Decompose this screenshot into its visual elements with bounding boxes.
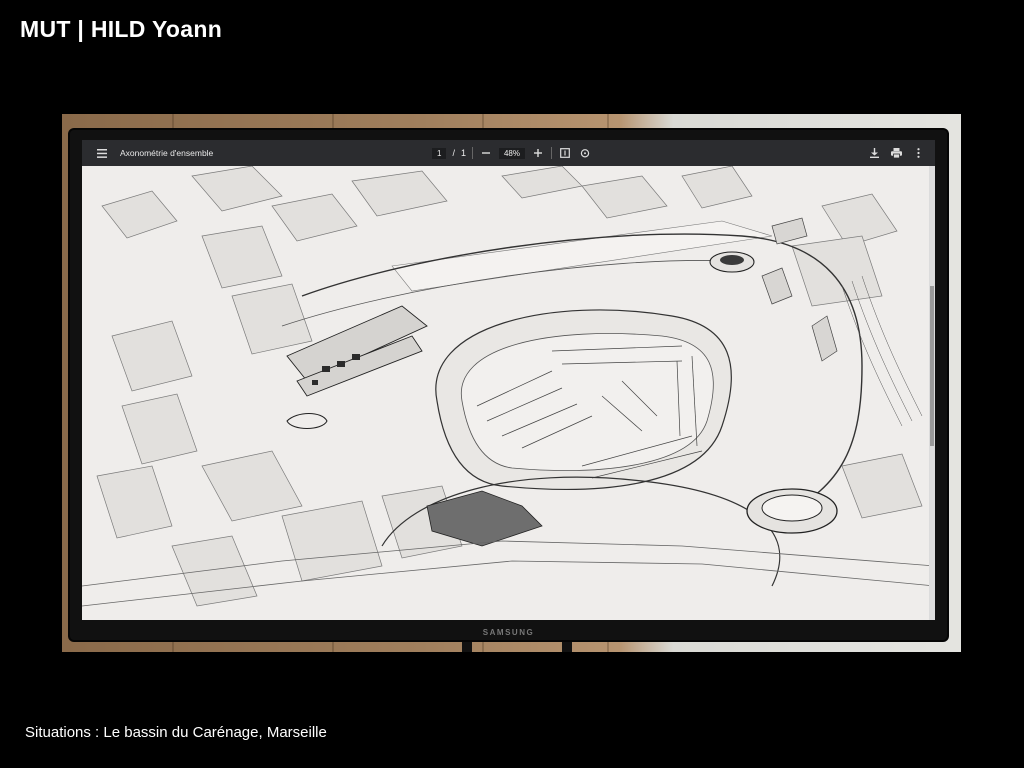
page-separator: / xyxy=(452,148,455,158)
minus-icon[interactable] xyxy=(479,146,493,160)
download-icon[interactable] xyxy=(867,146,881,160)
document-title: Axonométrie d'ensemble xyxy=(120,148,214,158)
menu-icon[interactable] xyxy=(95,146,109,160)
pdf-viewer-screen: Axonométrie d'ensemble 1 / 1 48% xyxy=(82,140,935,620)
page-current: 1 xyxy=(437,148,442,158)
page-number-input[interactable]: 1 xyxy=(432,147,447,159)
scrollbar-thumb[interactable] xyxy=(930,286,934,446)
plus-icon[interactable] xyxy=(531,146,545,160)
monitor-bezel: SAMSUNG Axonométrie d'ensemble 1 / 1 48% xyxy=(70,130,947,640)
pdf-toolbar: Axonométrie d'ensemble 1 / 1 48% xyxy=(82,140,935,166)
axonometric-drawing xyxy=(82,166,935,620)
rotate-icon[interactable] xyxy=(578,146,592,160)
page-total: 1 xyxy=(460,148,466,158)
zoom-level-input[interactable]: 48% xyxy=(498,147,525,159)
fit-page-icon[interactable] xyxy=(558,146,572,160)
toolbar-divider xyxy=(551,147,552,159)
toolbar-actions xyxy=(867,146,925,160)
page-controls: 1 / 1 48% xyxy=(432,146,592,160)
print-icon[interactable] xyxy=(889,146,903,160)
slide-caption: Situations : Le bassin du Carénage, Mars… xyxy=(25,724,327,741)
monitor-brand: SAMSUNG xyxy=(482,628,535,637)
more-vertical-icon[interactable] xyxy=(911,146,925,160)
toolbar-divider xyxy=(471,147,473,159)
vertical-scrollbar[interactable] xyxy=(929,166,935,620)
slide-title: MUT | HILD Yoann xyxy=(20,16,223,42)
monitor-photo: SAMSUNG Axonométrie d'ensemble 1 / 1 48% xyxy=(62,114,961,652)
